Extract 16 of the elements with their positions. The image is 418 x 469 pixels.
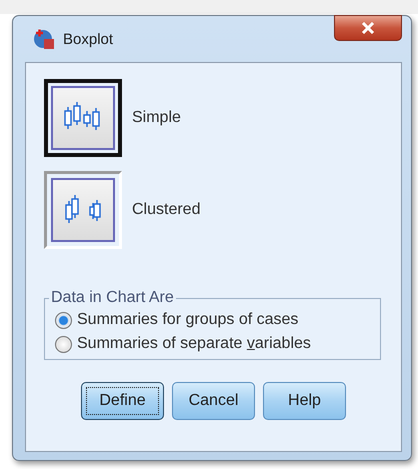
window-title: Boxplot	[63, 30, 114, 48]
chart-type-tile[interactable]	[44, 79, 122, 157]
chart-type-label: Simple	[132, 109, 181, 127]
dialog-button[interactable]: Help	[263, 382, 346, 420]
radio-label: Summaries of separate variables	[77, 335, 311, 353]
chart-type-label: Clustered	[132, 201, 200, 219]
close-button[interactable]	[334, 15, 402, 41]
app-icon	[33, 28, 55, 50]
close-icon	[361, 22, 375, 34]
dialog-button[interactable]: Cancel	[172, 382, 255, 420]
radio-button[interactable]	[55, 312, 72, 328]
radio-button[interactable]	[55, 336, 72, 352]
radio-label: Summaries for groups of cases	[77, 311, 298, 329]
dialog-button[interactable]: Define	[81, 382, 164, 420]
chart-type-tile[interactable]	[44, 171, 122, 249]
group-title: Data in Chart Are	[50, 289, 175, 307]
